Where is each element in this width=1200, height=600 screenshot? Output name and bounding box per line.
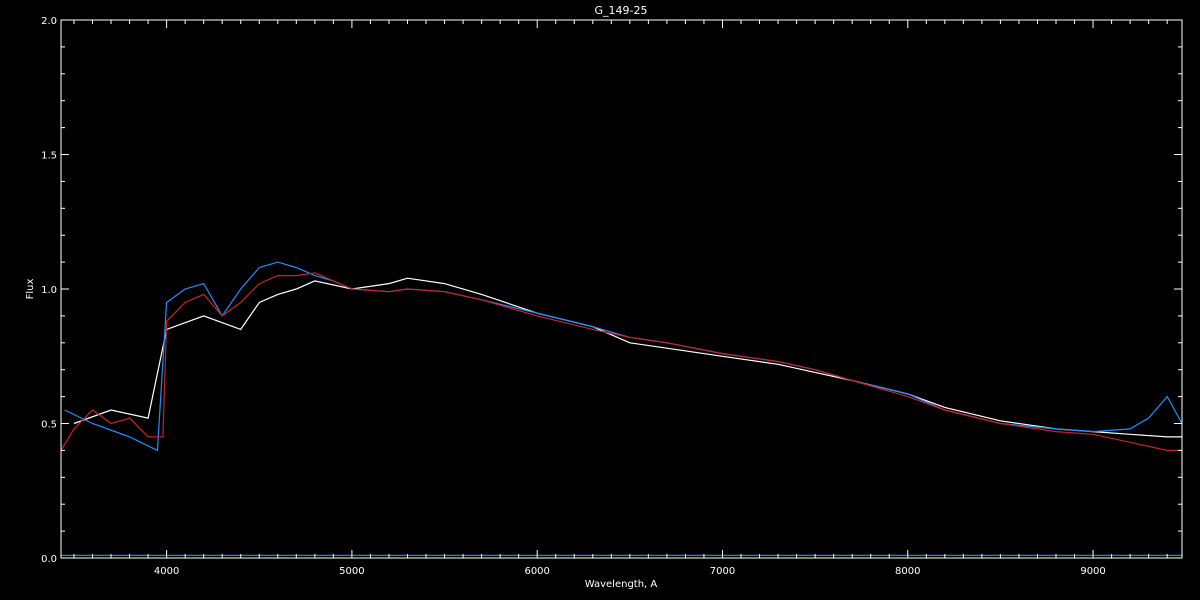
plot-frame [60,19,1183,559]
x-tick-label: 4000 [154,566,179,577]
x-tick-label: 7000 [710,566,735,577]
y-tick-label: 0.5 [41,420,57,431]
x-tick-label: 9000 [1080,566,1105,577]
y-tick-label: 1.5 [41,151,57,162]
chart-title: G_149-25 [595,4,648,17]
y-axis-ticks: 0.0 0.5 1.0 1.5 2.0 [41,16,1182,565]
x-tick-label: 5000 [339,566,364,577]
y-tick-label: 1.0 [41,285,57,296]
series-line-0 [73,277,1182,438]
x-tick-label: 8000 [895,566,920,577]
spectrum-chart: G_149-25 4000 5000 6000 7000 8000 9000 0.0 0.5… [25,4,1183,590]
x-axis-ticks: 4000 5000 6000 7000 8000 9000 [73,20,1168,577]
x-axis-title: Wavelength, A [585,579,658,590]
y-tick-label: 0.0 [41,554,57,565]
y-tick-label: 2.0 [41,16,57,27]
series-line-2 [60,272,1182,451]
x-tick-label: 6000 [524,566,549,577]
series-line-1 [64,261,1183,452]
series-layer [60,261,1183,556]
y-axis-title: Flux [25,279,36,300]
